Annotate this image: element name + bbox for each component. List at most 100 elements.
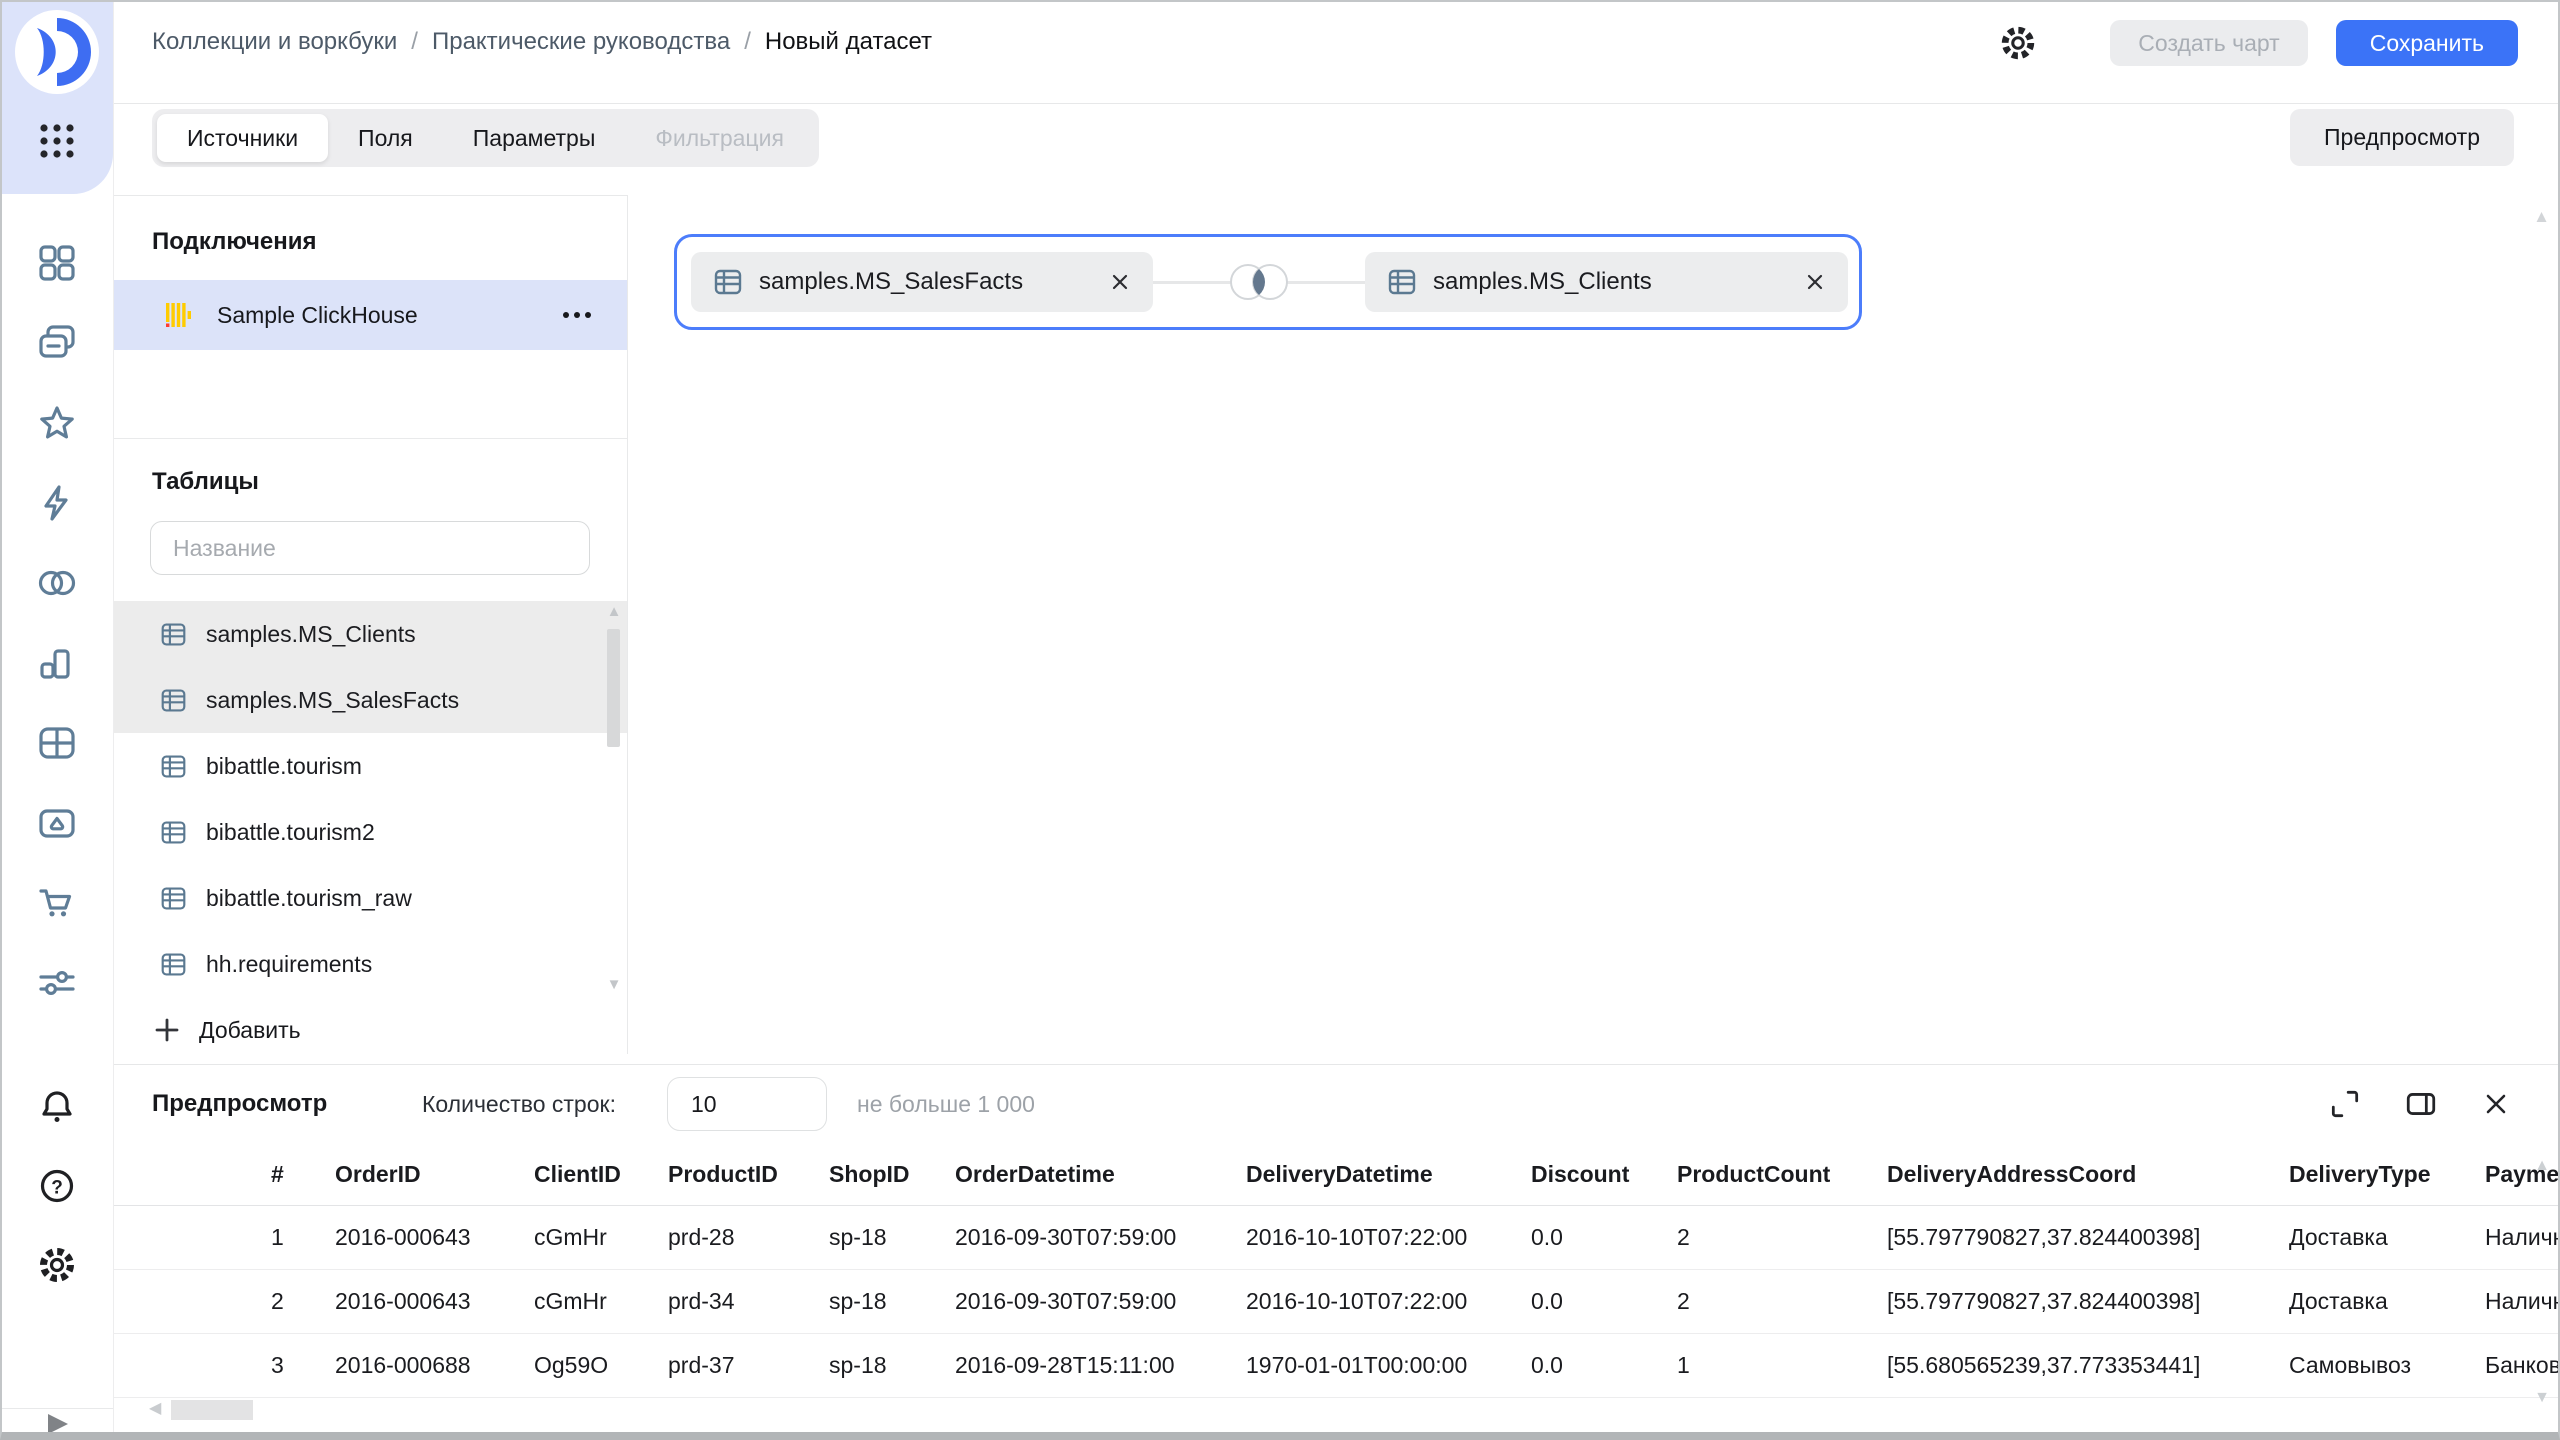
preview-cell: cGmHr	[534, 1224, 668, 1251]
preview-table-row: 12016-000643cGmHrprd-28sp-182016-09-30T0…	[113, 1206, 2558, 1270]
preview-table-header: #OrderIDClientIDProductIDShopIDOrderDate…	[113, 1143, 2558, 1206]
expand-rail-button[interactable]	[44, 1412, 70, 1436]
preview-cell: 0.0	[1531, 1224, 1677, 1251]
preview-cell: 3	[263, 1352, 335, 1379]
dataset-settings-gear-icon[interactable]	[1998, 23, 2038, 63]
canvas-scroll-up-icon[interactable]: ▲	[2533, 207, 2550, 227]
source-chip-clients[interactable]: samples.MS_Clients	[1365, 252, 1848, 312]
preview-cell: Самовывоз	[2289, 1352, 2485, 1379]
column-header: OrderID	[335, 1161, 534, 1188]
quick-actions-bolt-icon[interactable]	[36, 482, 78, 524]
settings-gear-icon[interactable]	[36, 1244, 78, 1286]
tab-item[interactable]: Поля	[328, 114, 443, 162]
table-icon	[160, 753, 187, 780]
row-count-label: Количество строк:	[422, 1065, 616, 1143]
source-table-name: samples.MS_Clients	[1433, 268, 1806, 296]
preview-cell: 1	[263, 1224, 335, 1251]
preview-scroll-up-icon[interactable]: ▲	[2534, 1157, 2550, 1175]
rail-divider	[2, 1408, 113, 1409]
column-header: ShopID	[829, 1161, 955, 1188]
scroll-down-icon[interactable]: ▼	[605, 976, 623, 993]
files-folder-icon[interactable]	[36, 802, 78, 844]
save-button[interactable]: Сохранить	[2336, 20, 2518, 66]
table-list-scrollbar[interactable]: ▲ ▼	[605, 603, 623, 993]
preview-hscrollbar-thumb[interactable]	[171, 1400, 253, 1420]
preview-cell: 2016-09-28T15:11:00	[955, 1352, 1246, 1379]
table-list-item[interactable]: samples.MS_Clients	[113, 601, 627, 667]
nav-grid-icon[interactable]	[36, 242, 78, 284]
top-bar: Коллекции и воркбуки / Практические руково…	[113, 2, 2558, 104]
table-list-item[interactable]: bibattle.tourism_raw	[113, 865, 627, 931]
preview-cell: [55.797790827,37.824400398]	[1887, 1224, 2289, 1251]
table-name: bibattle.tourism	[206, 753, 362, 780]
create-chart-button[interactable]: Создать чарт	[2110, 20, 2307, 66]
connection-item[interactable]: Sample ClickHouse	[113, 280, 627, 350]
breadcrumb-item[interactable]: Практические руководства	[432, 28, 730, 56]
tables-grid-icon[interactable]	[36, 722, 78, 764]
scrollbar-thumb[interactable]	[607, 629, 620, 747]
tab-item[interactable]: Источники	[157, 114, 328, 162]
close-preview-icon[interactable]	[2480, 1088, 2512, 1120]
preview-cell: Наличные	[2485, 1288, 2558, 1315]
remove-source-icon[interactable]	[1806, 272, 1826, 292]
preview-cell: prd-37	[668, 1352, 829, 1379]
tab-item[interactable]: Параметры	[443, 114, 626, 162]
table-list-item[interactable]: samples.MS_SalesFacts	[113, 667, 627, 733]
sources-canvas: samples.MS_SalesFacts	[629, 195, 2558, 1054]
collections-icon[interactable]	[36, 322, 78, 364]
row-count-input[interactable]	[667, 1077, 827, 1131]
help-icon[interactable]: ?	[36, 1165, 78, 1207]
preview-cell: 1	[1677, 1352, 1887, 1379]
remove-source-icon[interactable]	[1111, 272, 1131, 292]
selected-sources-group[interactable]: samples.MS_SalesFacts	[674, 234, 1862, 330]
preview-cell: Доставка	[2289, 1288, 2485, 1315]
breadcrumb-separator: /	[411, 28, 418, 56]
preview-cell: 2016-000688	[335, 1352, 534, 1379]
column-header: DeliveryType	[2289, 1161, 2485, 1188]
preview-cell: sp-18	[829, 1224, 955, 1251]
source-chip-salesfacts[interactable]: samples.MS_SalesFacts	[691, 252, 1153, 312]
top-bar-actions: Создать чарт Сохранить	[1998, 2, 2518, 84]
scroll-up-icon[interactable]: ▲	[605, 603, 623, 620]
table-search-input[interactable]	[150, 521, 590, 575]
left-rail: ?	[2, 2, 114, 1432]
add-table-label: Добавить	[199, 1017, 301, 1044]
datalens-logo-icon[interactable]	[15, 10, 99, 94]
breadcrumb: Коллекции и воркбуки / Практические руково…	[152, 2, 932, 82]
notifications-bell-icon[interactable]	[36, 1086, 78, 1128]
column-header: #	[263, 1161, 335, 1188]
column-header: OrderDatetime	[955, 1161, 1246, 1188]
preview-cell: Доставка	[2289, 1224, 2485, 1251]
expand-preview-icon[interactable]	[2328, 1087, 2362, 1121]
breadcrumb-item: Новый датасет	[765, 28, 932, 56]
preview-toggle-button[interactable]: Предпросмотр	[2290, 109, 2514, 166]
preview-scroll-down-icon[interactable]: ▼	[2534, 1389, 2550, 1407]
table-list-item[interactable]: bibattle.tourism2	[113, 799, 627, 865]
preview-panel: Предпросмотр Количество строк: не больше…	[113, 1064, 2558, 1432]
add-table-button[interactable]: Добавить	[154, 1008, 301, 1052]
split-view-icon[interactable]	[2404, 1087, 2438, 1121]
preview-cell: prd-28	[668, 1224, 829, 1251]
connection-name: Sample ClickHouse	[217, 302, 418, 329]
preview-scroll-left-icon[interactable]: ◀	[149, 1398, 161, 1418]
table-list-item[interactable]: hh.requirements	[113, 931, 627, 997]
breadcrumb-item[interactable]: Коллекции и воркбуки	[152, 28, 397, 56]
table-icon	[160, 885, 187, 912]
table-list-item[interactable]: bibattle.tourism	[113, 733, 627, 799]
preview-cell: prd-34	[668, 1288, 829, 1315]
join-type-icon[interactable]	[1221, 254, 1297, 310]
charts-icon[interactable]	[36, 642, 78, 684]
connection-menu-button[interactable]	[561, 280, 593, 350]
marketplace-cart-icon[interactable]	[36, 882, 78, 924]
preview-cell: 2016-000643	[335, 1288, 534, 1315]
relations-venn-icon[interactable]	[36, 562, 78, 604]
panel-divider	[113, 438, 627, 439]
favorites-star-icon[interactable]	[36, 402, 78, 444]
preview-cell: 0.0	[1531, 1288, 1677, 1315]
services-sliders-icon[interactable]	[36, 962, 78, 1004]
preview-title: Предпросмотр	[152, 1065, 327, 1143]
row-count-hint: не больше 1 000	[857, 1065, 1035, 1143]
preview-cell: [55.797790827,37.824400398]	[1887, 1288, 2289, 1315]
preview-cell: 2016-10-10T07:22:00	[1246, 1224, 1531, 1251]
apps-grid-icon[interactable]	[36, 120, 78, 162]
